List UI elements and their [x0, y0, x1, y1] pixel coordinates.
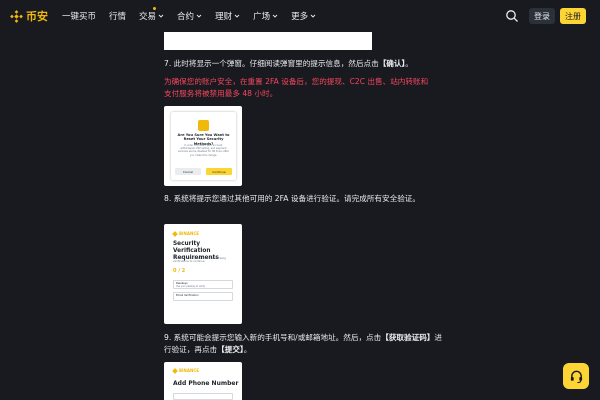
main-nav: 一键买币 行情 交易 合约 理财 广场 更多 — [62, 7, 329, 22]
nav-label: 一键买币 — [62, 12, 97, 22]
binance-brand: BINANCE — [172, 367, 199, 374]
nav-item-square[interactable]: 广场 — [253, 10, 278, 22]
verification-item-email: Email Verification — [173, 292, 233, 301]
verification-count: 0 / 2 — [173, 268, 186, 274]
nav-label: 交易 — [139, 12, 157, 22]
reset-confirm-dialog-screenshot: Are You Sure You Want to Reset Your Secu… — [164, 106, 242, 186]
step-text: 7. 此时将显示一个弹窗。仔细阅读弹窗里的提示信息，然后点击 — [164, 59, 379, 68]
chevron-down-icon — [272, 14, 278, 18]
binance-logo-icon — [10, 9, 23, 23]
support-chat-button[interactable] — [563, 363, 589, 389]
binance-logo[interactable]: 币安 — [10, 8, 48, 24]
step-text: 9. 系统可能会提示您输入新的手机号和/或邮箱地址。然后，点击 — [164, 333, 382, 342]
step-9-text: 9. 系统可能会提示您输入新的手机号和/或邮箱地址。然后，点击【获取验证码】进行… — [164, 332, 444, 356]
top-navigation-bar: 币安 一键买币 行情 交易 合约 理财 广场 更多 登录 注册 — [0, 0, 600, 32]
item-label: Email Verification — [176, 294, 199, 297]
security-verification-screenshot: BINANCE Security Verification Requiremen… — [164, 224, 242, 324]
nav-label: 广场 — [253, 12, 271, 22]
register-button[interactable]: 注册 — [560, 8, 586, 24]
headset-icon — [570, 370, 582, 383]
nav-item-markets[interactable]: 行情 — [109, 10, 126, 22]
brand-text: BINANCE — [179, 231, 199, 236]
step-bold-text: 【获取验证码】 — [381, 333, 435, 342]
binance-logo-icon — [172, 230, 178, 237]
add-phone-screenshot: BINANCE Add Phone Number — [164, 362, 242, 400]
nav-label: 理财 — [215, 12, 233, 22]
chevron-down-icon — [196, 14, 202, 18]
step-text: 。 — [405, 59, 413, 68]
nav-item-buy-crypto[interactable]: 一键买币 — [62, 10, 96, 22]
dialog-card: Are You Sure You Want to Reset Your Secu… — [171, 112, 236, 180]
logo-text: 币安 — [26, 10, 48, 23]
search-icon[interactable] — [505, 9, 519, 23]
phone-field — [173, 393, 233, 400]
step-8-text: 8. 系统将提示您通过其他可用的 2FA 设备进行验证。请完成所有安全验证。 — [164, 194, 420, 203]
brand-text: BINANCE — [179, 368, 199, 373]
chevron-down-icon — [310, 14, 316, 18]
previous-step-screenshot — [164, 32, 372, 50]
item-sublabel: Use your passkey to verify — [176, 285, 205, 288]
nav-item-more[interactable]: 更多 — [291, 10, 316, 22]
dialog-continue-button: Continue — [206, 168, 232, 175]
nav-item-trade[interactable]: 交易 — [139, 7, 164, 22]
verification-item-passkey: Passkeys Use your passkey to verify — [173, 280, 233, 289]
nav-item-futures[interactable]: 合约 — [177, 10, 202, 22]
dialog-body: In order to protect your account, withdr… — [178, 144, 229, 157]
step-text: 。 — [243, 345, 252, 354]
dialog-cancel-button: Cancel — [175, 168, 201, 175]
nav-label: 更多 — [291, 12, 309, 22]
step-7-text: 7. 此时将显示一个弹窗。仔细阅读弹窗里的提示信息，然后点击【确认】。 — [164, 58, 444, 70]
header-actions: 登录 注册 — [505, 8, 586, 24]
login-button[interactable]: 登录 — [529, 8, 555, 24]
nav-item-earn[interactable]: 理财 — [215, 10, 240, 22]
binance-logo-icon — [172, 367, 178, 374]
step-bold-text: 【提交】 — [217, 345, 244, 354]
chevron-down-icon — [158, 14, 164, 18]
nav-label: 合约 — [177, 12, 195, 22]
warning-text: 为确保您的账户安全，在重置 2FA 设备后，您的提现、C2C 出售、站内转账和支… — [164, 77, 429, 98]
binance-brand: BINANCE — [172, 230, 199, 237]
chevron-down-icon — [234, 14, 240, 18]
warning-icon — [198, 120, 209, 131]
nav-label: 行情 — [109, 12, 127, 22]
verification-desc: You need to complete all of the followin… — [173, 257, 226, 264]
add-phone-title: Add Phone Number — [173, 380, 239, 387]
step-bold-text: 【确认】 — [378, 59, 406, 68]
